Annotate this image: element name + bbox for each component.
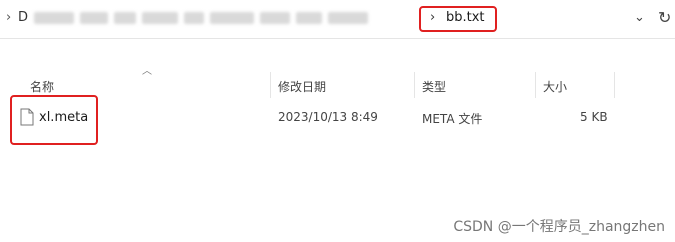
address-bar[interactable]: › D › bb.txt ⌄ ↻ xyxy=(0,0,675,39)
path-root-label[interactable]: D xyxy=(18,10,28,25)
refresh-icon[interactable]: ↻ xyxy=(658,8,671,27)
column-header-date[interactable]: 修改日期 xyxy=(278,78,326,95)
column-divider[interactable] xyxy=(270,72,271,98)
column-divider[interactable] xyxy=(614,72,615,98)
watermark: CSDN @一个程序员_zhangzhen xyxy=(453,219,665,235)
file-modified-date: 2023/10/13 8:49 xyxy=(278,110,378,124)
chevron-right-icon[interactable]: › xyxy=(6,10,11,25)
sort-up-icon: ︿ xyxy=(142,66,152,77)
column-header-size[interactable]: 大小 xyxy=(543,78,567,95)
column-divider[interactable] xyxy=(414,72,415,98)
column-header-type[interactable]: 类型 xyxy=(422,78,446,95)
blurred-path xyxy=(34,10,429,26)
file-name[interactable]: xl.meta xyxy=(39,110,88,125)
breadcrumb-current-folder[interactable]: bb.txt xyxy=(446,10,485,25)
file-size: 5 KB xyxy=(580,110,608,124)
column-header-name[interactable]: 名称 xyxy=(30,78,54,95)
breadcrumb-chevron-icon[interactable]: › xyxy=(430,10,435,25)
file-type: META 文件 xyxy=(422,112,483,126)
column-divider[interactable] xyxy=(535,72,536,98)
file-icon xyxy=(20,108,34,126)
address-dropdown-icon[interactable]: ⌄ xyxy=(634,10,645,25)
